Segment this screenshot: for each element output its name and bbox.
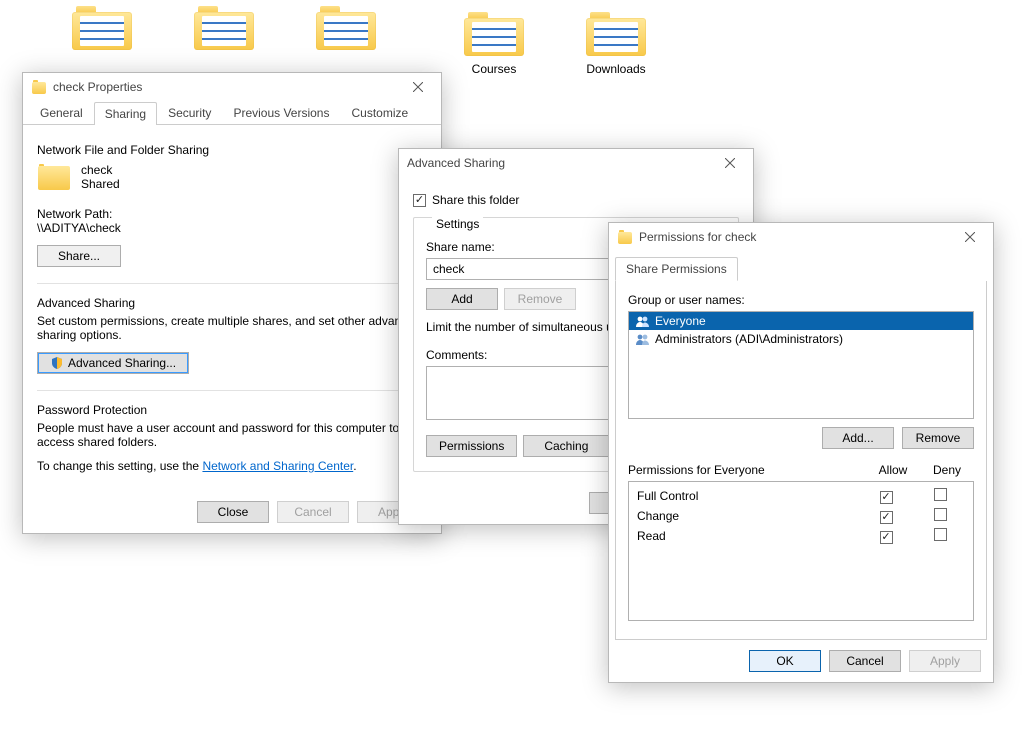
folder-icon — [37, 163, 71, 197]
close-icon[interactable] — [715, 152, 745, 174]
tab-strip: Share Permissions — [609, 251, 993, 281]
advanced-desc: Set custom permissions, create multiple … — [37, 314, 427, 342]
desktop-folder[interactable] — [306, 4, 386, 56]
deny-checkbox[interactable] — [934, 508, 947, 521]
remove-user-button[interactable]: Remove — [902, 427, 974, 449]
remove-share-button[interactable]: Remove — [504, 288, 576, 310]
allow-checkbox[interactable] — [880, 491, 893, 504]
cancel-button[interactable]: Cancel — [829, 650, 901, 672]
tab-security[interactable]: Security — [157, 101, 222, 124]
column-allow: Allow — [866, 463, 920, 477]
network-sharing-center-link[interactable]: Network and Sharing Center — [202, 459, 353, 473]
close-button[interactable]: Close — [197, 501, 269, 523]
tab-general[interactable]: General — [29, 101, 94, 124]
desktop-folder-courses[interactable]: Courses — [454, 10, 534, 76]
properties-dialog: check Properties General Sharing Securit… — [22, 72, 442, 534]
folder-icon — [617, 229, 633, 245]
desktop-folder-downloads[interactable]: Downloads — [576, 10, 656, 76]
deny-checkbox[interactable] — [934, 528, 947, 541]
allow-checkbox[interactable] — [880, 531, 893, 544]
users-listbox[interactable]: Everyone Administrators (ADI\Administrat… — [628, 311, 974, 419]
allow-checkbox[interactable] — [880, 511, 893, 524]
users-icon — [635, 315, 651, 327]
network-path: \\ADITYA\check — [37, 221, 427, 235]
permissions-button[interactable]: Permissions — [426, 435, 517, 457]
share-status: Shared — [81, 177, 120, 191]
window-title: Permissions for check — [639, 230, 955, 244]
permission-row: Change — [635, 506, 967, 526]
title-bar[interactable]: Permissions for check — [609, 223, 993, 251]
tab-sharing[interactable]: Sharing — [94, 102, 157, 125]
add-user-button[interactable]: Add... — [822, 427, 894, 449]
list-item[interactable]: Everyone — [629, 312, 973, 330]
password-change-text: To change this setting, use the Network … — [37, 459, 427, 473]
checkbox-icon — [413, 194, 426, 207]
column-deny: Deny — [920, 463, 974, 477]
list-item[interactable]: Administrators (ADI\Administrators) — [629, 330, 973, 348]
group-user-names-label: Group or user names: — [628, 293, 974, 307]
users-icon — [635, 333, 651, 345]
window-title: check Properties — [53, 80, 403, 94]
ok-button[interactable]: OK — [749, 650, 821, 672]
advanced-sharing-button[interactable]: Advanced Sharing... — [37, 352, 189, 374]
share-this-folder-checkbox[interactable]: Share this folder — [413, 193, 739, 207]
permissions-list: Full Control Change Read — [628, 481, 974, 621]
desktop-folder[interactable] — [184, 4, 264, 56]
folder-name: check — [81, 163, 120, 177]
password-desc: People must have a user account and pass… — [37, 421, 427, 449]
deny-checkbox[interactable] — [934, 488, 947, 501]
permissions-dialog: Permissions for check Share Permissions … — [608, 222, 994, 683]
section-heading: Password Protection — [37, 403, 427, 417]
apply-button[interactable]: Apply — [909, 650, 981, 672]
close-icon[interactable] — [955, 226, 985, 248]
permission-row: Read — [635, 526, 967, 546]
desktop-folder[interactable] — [62, 4, 142, 56]
section-heading: Network File and Folder Sharing — [37, 143, 427, 157]
title-bar[interactable]: Advanced Sharing — [399, 149, 753, 177]
share-button[interactable]: Share... — [37, 245, 121, 267]
folder-icon — [31, 79, 47, 95]
group-label: Settings — [432, 217, 483, 231]
cancel-button[interactable]: Cancel — [277, 501, 349, 523]
caching-button[interactable]: Caching — [523, 435, 609, 457]
tab-share-permissions[interactable]: Share Permissions — [615, 257, 738, 281]
title-bar[interactable]: check Properties — [23, 73, 441, 101]
permission-row: Full Control — [635, 486, 967, 506]
shield-icon — [50, 356, 64, 370]
window-title: Advanced Sharing — [407, 156, 715, 170]
section-heading: Advanced Sharing — [37, 296, 427, 310]
close-icon[interactable] — [403, 76, 433, 98]
tab-previous-versions[interactable]: Previous Versions — [222, 101, 340, 124]
permissions-for-label: Permissions for Everyone — [628, 463, 866, 477]
tab-customize[interactable]: Customize — [340, 101, 419, 124]
network-path-label: Network Path: — [37, 207, 427, 221]
tab-strip: General Sharing Security Previous Versio… — [23, 101, 441, 125]
add-share-button[interactable]: Add — [426, 288, 498, 310]
